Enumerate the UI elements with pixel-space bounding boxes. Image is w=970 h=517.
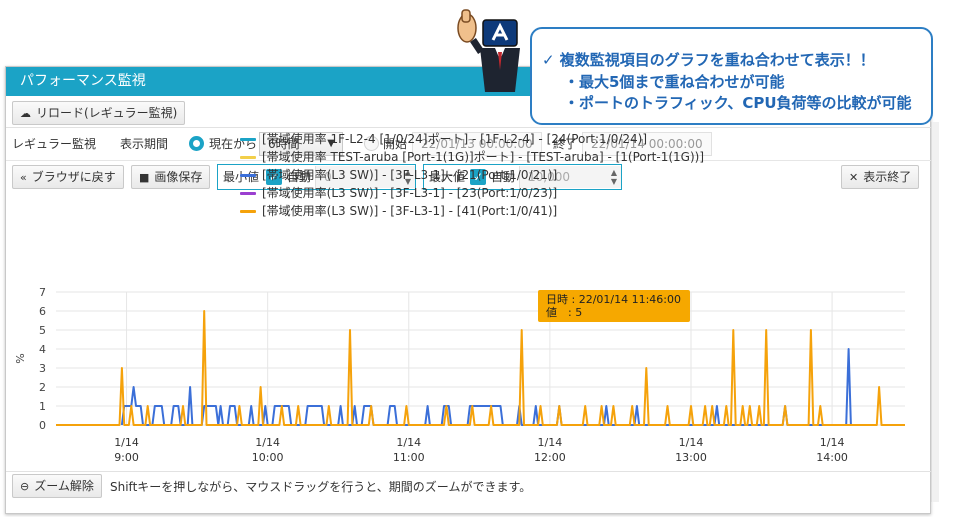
save-image-button[interactable]: ■ 画像保存 (131, 165, 211, 189)
reload-button[interactable]: ☁ リロード(レギュラー監視) (12, 101, 186, 125)
tooltip-value: 値 : 5 (546, 306, 583, 319)
y-tick-label: 2 (39, 381, 46, 394)
legend-item[interactable]: [帯域使用率 1F-L2-4 [1/0/24]ポート] - [1F-L2-4] … (240, 130, 840, 148)
legend-item[interactable]: [帯域使用率(L3 SW)] - [3F-L3-1] - [41(Port:1/… (240, 202, 840, 220)
legend-swatch (240, 210, 256, 213)
zoom-row: ⊖ ズーム解除 Shiftキーを押しながら、マウスドラッグを行うと、期間のズームが… (6, 471, 932, 499)
legend-label: [帯域使用率(L3 SW)] - [3F-L3-1] - [23(Port:1/… (262, 186, 558, 200)
x-tick-date: 1/14 (255, 436, 280, 449)
x-tick-time: 14:00 (816, 451, 848, 464)
y-tick-label: 3 (39, 362, 46, 375)
y-tick-label: 0 (39, 419, 46, 432)
legend-swatch (240, 138, 256, 141)
zoom-reset-button[interactable]: ⊖ ズーム解除 (12, 474, 102, 498)
y-axis-label: % (14, 353, 27, 363)
legend-label: [帯域使用率(L3 SW)] - [3F-L3-1] - [41(Port:1/… (262, 204, 558, 218)
callout-line-3: ・ポートのトラフィック、CPU負荷等の比較が可能 (564, 94, 912, 112)
x-tick-date: 1/14 (538, 436, 563, 449)
zoom-reset-label: ズーム解除 (34, 479, 94, 493)
period-label: 表示期間 (120, 137, 169, 151)
legend-label: [帯域使用率 1F-L2-4 [1/0/24]ポート] - [1F-L2-4] … (262, 132, 648, 146)
y-tick-label: 6 (39, 305, 46, 318)
legend-swatch (240, 192, 256, 195)
x-tick-time: 10:00 (252, 451, 284, 464)
legend-item[interactable]: [帯域使用率(L3 SW)] - [3F-L3-1] - [21(Port:1/… (240, 166, 840, 184)
vertical-scrollbar[interactable] (931, 122, 939, 502)
save-image-label: 画像保存 (154, 170, 203, 184)
legend-item[interactable]: [帯域使用率 TEST-aruba [Port-1(1G)]ポート] - [TE… (240, 148, 840, 166)
legend-label: [帯域使用率(L3 SW)] - [3F-L3-1] - [21(Port:1/… (262, 168, 558, 182)
close-view-button[interactable]: ✕ 表示終了 (841, 165, 920, 189)
tooltip-datetime: 日時 : 22/01/14 11:46:00 (546, 293, 682, 306)
mascot-illustration (445, 0, 535, 100)
legend-label: [帯域使用率 TEST-aruba [Port-1(1G)]ポート] - [TE… (262, 150, 705, 164)
floppy-icon: ■ (139, 171, 150, 184)
callout-line-2: ・最大5個まで重ね合わせが可能 (564, 73, 785, 91)
chart-tooltip: 日時 : 22/01/14 11:46:00 値 : 5 (538, 290, 690, 322)
close-icon: ✕ (849, 171, 859, 184)
x-tick-date: 1/14 (114, 436, 139, 449)
zoom-hint: Shiftキーを押しながら、マウスドラッグを行うと、期間のズームができます。 (110, 480, 532, 494)
x-tick-time: 13:00 (675, 451, 707, 464)
x-tick-date: 1/14 (396, 436, 421, 449)
y-tick-label: 1 (39, 400, 46, 413)
performance-chart[interactable]: 0 1 2 3 4 5 6 7 1/14 9:00 1/14 10:00 1/14 11:00 1/14 12… (0, 220, 930, 470)
legend-swatch (240, 156, 256, 159)
y-tick-label: 7 (39, 286, 46, 299)
from-now-radio[interactable] (189, 136, 204, 151)
x-tick-time: 11:00 (393, 451, 425, 464)
thumbs-up-mascot-icon (457, 9, 520, 92)
y-tick-label: 5 (39, 324, 46, 337)
feature-callout: ✓ 複数監視項目のグラフを重ね合わせて表示！！ ・最大5個まで重ね合わせが可能 … (530, 27, 933, 125)
legend-swatch (240, 174, 256, 177)
close-label: 表示終了 (863, 170, 912, 184)
x-tick-time: 12:00 (534, 451, 566, 464)
cloud-download-icon: ☁ (20, 107, 31, 120)
mode-label: レギュラー監視 (12, 137, 97, 151)
back-label: ブラウザに戻す (31, 170, 116, 184)
x-tick-date: 1/14 (820, 436, 845, 449)
zoom-out-icon: ⊖ (20, 480, 30, 493)
reload-label: リロード(レギュラー監視) (36, 106, 178, 120)
legend-item[interactable]: [帯域使用率(L3 SW)] - [3F-L3-1] - [23(Port:1/… (240, 184, 840, 202)
x-tick-date: 1/14 (679, 436, 704, 449)
callout-line-1: ✓ 複数監視項目のグラフを重ね合わせて表示！！ (542, 51, 875, 69)
x-tick-time: 9:00 (114, 451, 139, 464)
back-to-browser-button[interactable]: « ブラウザに戻す (12, 165, 124, 189)
double-chevron-left-icon: « (20, 171, 27, 184)
y-tick-label: 4 (39, 343, 46, 356)
